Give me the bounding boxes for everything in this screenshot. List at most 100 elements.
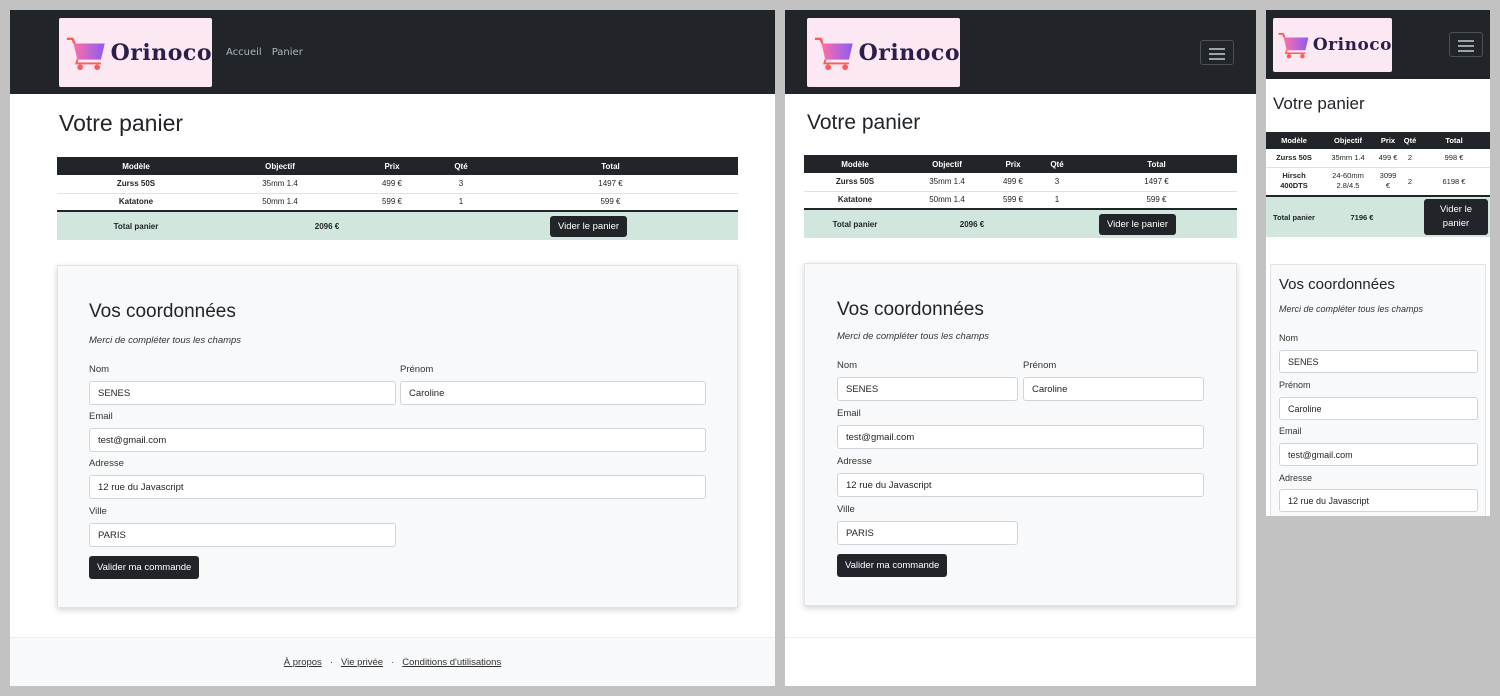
form-title: Vos coordonnées (1279, 276, 1395, 293)
label-address: Adresse (89, 458, 124, 469)
email-input[interactable]: test@gmail.com (89, 428, 706, 452)
menu-toggle-button[interactable] (1200, 40, 1234, 65)
cart-table: Modèle Objectif Prix Qté Total Zurss 50S… (57, 157, 738, 240)
cell-total: 998 € (1418, 149, 1490, 168)
submit-order-button[interactable]: Valider ma commande (89, 556, 200, 579)
label-email: Email (89, 411, 113, 422)
cart-logo-icon (1278, 32, 1309, 59)
cell-price-line1: 3099 (1379, 170, 1397, 180)
label-address: Adresse (837, 456, 872, 467)
table-row: Hirsch 400DTS 24-60mm 2.8/4.5 3099 € 2 6… (1266, 167, 1490, 197)
brand-name: Orinoco (858, 39, 960, 66)
nav-link-home[interactable]: Accueil (226, 47, 262, 58)
table-row: Zurss 50S 35mm 1.4 499 € 2 998 € (1266, 149, 1490, 168)
cart-logo-icon (66, 37, 105, 70)
empty-cart-button[interactable]: Vider le panier (549, 215, 628, 237)
cell-model: Katatone (804, 191, 906, 210)
firstname-input[interactable]: Caroline (1023, 377, 1204, 401)
cart-logo-icon (814, 37, 853, 70)
cell-price: 3099 € (1374, 167, 1402, 197)
label-lastname: Nom (837, 360, 858, 371)
cell-lens-line1: 24-60mm (1332, 170, 1364, 180)
desktop-view: Orinoco Accueil Panier Votre panier Modè… (10, 10, 775, 686)
col-total: Total (483, 157, 738, 175)
footer-divider (785, 637, 1256, 638)
cell-lens: 24-60mm 2.8/4.5 (1322, 167, 1374, 197)
brand-logo[interactable]: Orinoco (1273, 18, 1392, 72)
footer-link-privacy[interactable]: Vie privée (341, 657, 383, 668)
cell-lens-line2: 2.8/4.5 (1336, 181, 1360, 191)
col-total: Total (1076, 155, 1237, 173)
cell-qty: 2 (1402, 149, 1418, 168)
cell-qty: 3 (1038, 173, 1076, 192)
empty-cart-button[interactable]: Vider le panier (1098, 213, 1177, 235)
total-label: Total panier (57, 210, 215, 240)
form-subtitle: Merci de compléter tous les champs (89, 335, 242, 346)
firstname-input[interactable]: Caroline (400, 381, 706, 405)
col-qty: Qté (439, 157, 483, 175)
label-lastname: Nom (1279, 333, 1299, 343)
cell-total: 6198 € (1418, 167, 1490, 197)
page-title: Votre panier (59, 110, 184, 136)
total-label: Total panier (1266, 195, 1322, 237)
footer-separator: · (391, 656, 395, 668)
lastname-input[interactable]: SENES (837, 377, 1018, 401)
cell-price: 599 € (345, 193, 439, 212)
page-title: Votre panier (1273, 94, 1365, 113)
nav-link-cart[interactable]: Panier (272, 47, 303, 58)
cell-price: 499 € (988, 173, 1038, 192)
address-input[interactable]: 12 rue du Javascript (837, 473, 1204, 497)
label-firstname: Prénom (1023, 360, 1057, 371)
form-subtitle: Merci de compléter tous les champs (837, 331, 990, 342)
cell-model: Katatone (57, 193, 215, 212)
firstname-input[interactable]: Caroline (1279, 397, 1478, 420)
form-title: Vos coordonnées (837, 299, 984, 320)
col-qty: Qté (1038, 155, 1076, 173)
cell-qty: 1 (439, 193, 483, 212)
cell-qty: 3 (439, 175, 483, 194)
navbar: Orinoco Accueil Panier (10, 10, 775, 94)
address-input[interactable]: 12 rue du Javascript (1279, 489, 1478, 512)
city-input[interactable]: PARIS (89, 523, 396, 547)
label-city: Ville (89, 506, 107, 517)
col-model: Modèle (804, 155, 906, 173)
lastname-input[interactable]: SENES (1279, 350, 1478, 373)
tablet-view: Orinoco Votre panier Modèle Objectif Pri… (785, 10, 1256, 686)
label-firstname: Prénom (1279, 380, 1311, 390)
lastname-input[interactable]: SENES (89, 381, 396, 405)
col-price: Prix (345, 157, 439, 175)
cell-model: Zurss 50S (57, 175, 215, 194)
cell-lens: 35mm 1.4 (215, 175, 345, 194)
cell-model: Zurss 50S (1266, 149, 1322, 168)
empty-cart-line1: Vider le (1439, 203, 1473, 215)
form-subtitle: Merci de compléter tous les champs (1279, 304, 1424, 314)
footer-link-about[interactable]: À propos (284, 657, 322, 668)
col-lens: Objectif (215, 157, 345, 175)
page-title: Votre panier (807, 111, 921, 134)
total-value: 7196 € (1322, 195, 1402, 237)
brand-logo[interactable]: Orinoco (59, 18, 212, 87)
contact-form: Vos coordonnées Merci de compléter tous … (1270, 264, 1486, 516)
city-input[interactable]: PARIS (837, 521, 1018, 545)
col-lens: Objectif (1322, 132, 1374, 149)
navbar: Orinoco (1266, 10, 1490, 79)
address-input[interactable]: 12 rue du Javascript (89, 475, 706, 499)
email-input[interactable]: test@gmail.com (1279, 443, 1478, 466)
cell-total: 1497 € (1076, 173, 1237, 192)
total-row: Total panier 7196 € Vider le panier (1266, 195, 1490, 237)
email-input[interactable]: test@gmail.com (837, 425, 1204, 449)
menu-toggle-button[interactable] (1449, 32, 1483, 57)
cart-table: Modèle Objectif Prix Qté Total Zurss 50S… (804, 155, 1237, 238)
col-lens: Objectif (906, 155, 988, 173)
label-email: Email (837, 408, 861, 419)
cell-total: 1497 € (483, 175, 738, 194)
cell-lens: 50mm 1.4 (906, 191, 988, 210)
label-firstname: Prénom (400, 364, 434, 375)
nav-links: Accueil Panier (226, 47, 303, 58)
brand-logo[interactable]: Orinoco (807, 18, 960, 87)
submit-order-button[interactable]: Valider ma commande (837, 554, 948, 577)
cell-price: 499 € (345, 175, 439, 194)
total-row: Total panier 2096 € Vider le panier (57, 210, 738, 240)
footer-link-terms[interactable]: Conditions d'utilisations (402, 657, 501, 668)
empty-cart-button[interactable]: Vider le panier (1424, 198, 1488, 236)
